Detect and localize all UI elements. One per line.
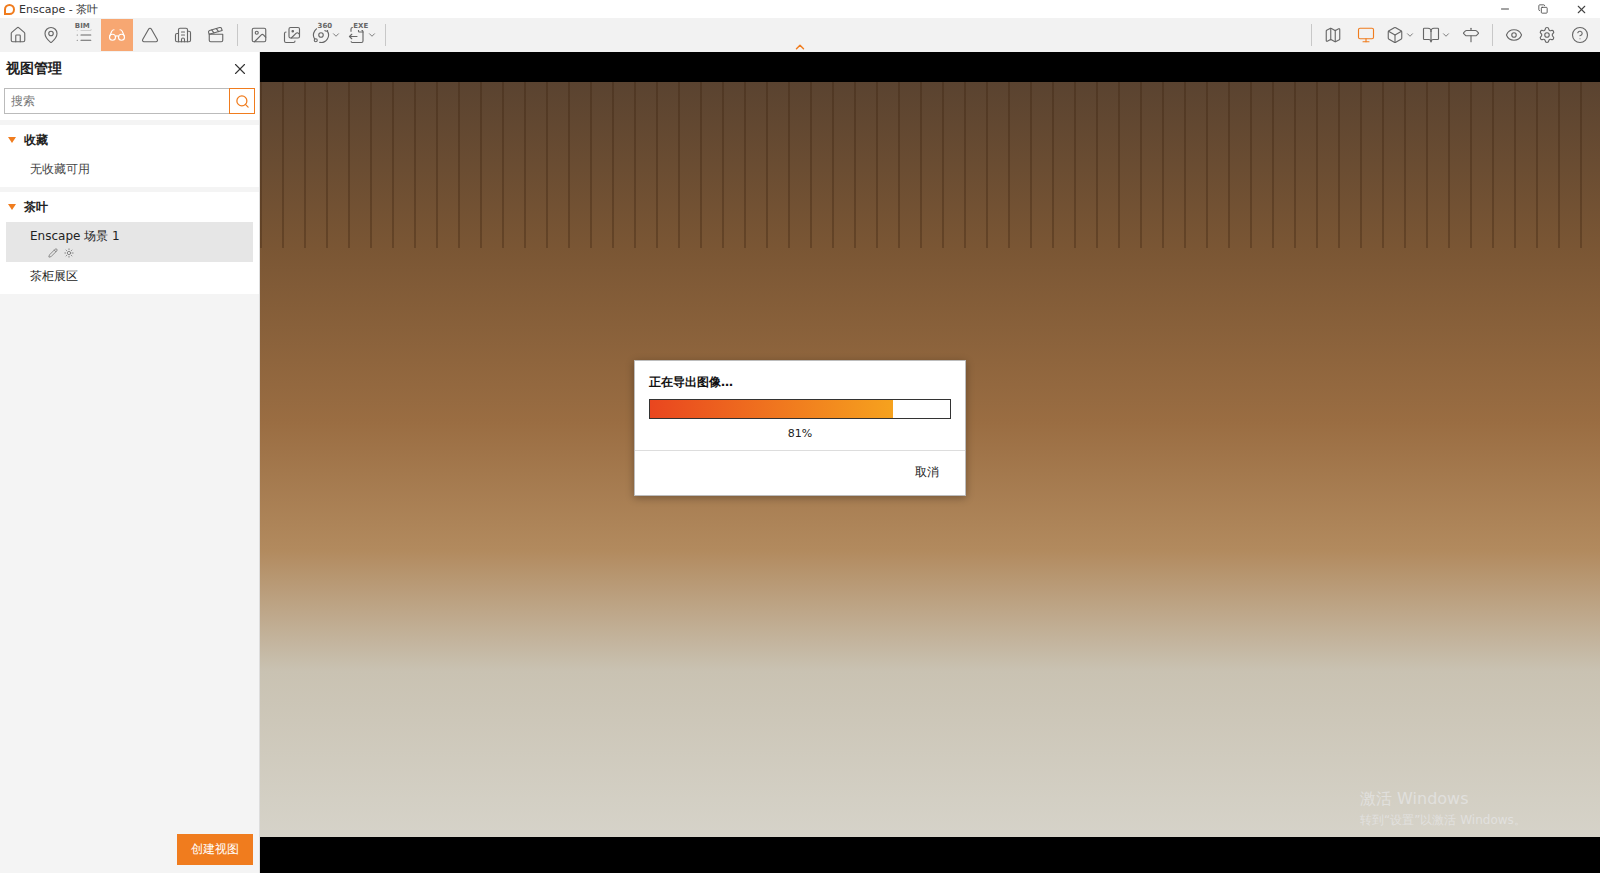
toolbar-button[interactable] — [1350, 19, 1382, 51]
progress-track — [649, 399, 951, 419]
view-item[interactable]: 茶柜展区 — [6, 262, 253, 290]
group-header[interactable]: 收藏 — [0, 125, 259, 155]
panel-title: 视图管理 — [6, 60, 62, 78]
create-view-button[interactable]: 创建视图 — [177, 834, 253, 865]
window-controls — [1486, 0, 1600, 18]
cancel-button[interactable]: 取消 — [903, 461, 951, 483]
sun-icon[interactable] — [64, 248, 74, 258]
expand-caret-icon[interactable] — [8, 136, 16, 144]
tool-icon — [141, 26, 159, 44]
tool-icon — [1422, 26, 1440, 44]
toolbar-button[interactable] — [35, 19, 67, 51]
toolbar-button[interactable] — [1419, 19, 1454, 51]
tool-icon — [1386, 26, 1404, 44]
dialog-title: 正在导出图像… — [635, 361, 965, 399]
tool-icon — [1357, 26, 1375, 44]
dropdown-caret-icon[interactable] — [367, 30, 377, 40]
tool-label: EXE — [352, 22, 369, 30]
toolbar-separator — [1311, 24, 1312, 46]
item-actions — [30, 248, 253, 258]
dropdown-caret-icon[interactable] — [1441, 30, 1451, 40]
minimize-button[interactable] — [1486, 0, 1524, 18]
toolbar-button[interactable] — [2, 19, 34, 51]
view-management-panel: 视图管理收藏无收藏可用茶叶 Enscape 场景 1 茶柜展区创建视图 — [0, 52, 260, 873]
toolbar-button[interactable]: EXE — [345, 19, 380, 51]
toolbar-button[interactable]: 360 — [309, 19, 344, 51]
restore-icon — [1538, 4, 1548, 14]
toolbar-right — [1307, 18, 1596, 52]
window-title: Enscape - 茶叶 — [19, 2, 1482, 17]
tool-label: BIM — [74, 22, 91, 30]
close-button[interactable] — [1562, 0, 1600, 18]
title-bar: Enscape - 茶叶 — [0, 0, 1600, 18]
toolbar-button[interactable] — [1564, 19, 1596, 51]
item-label: 无收藏可用 — [30, 161, 253, 178]
toolbar-button[interactable] — [1317, 19, 1349, 51]
windows-activation-watermark: 激活 Windows转到“设置”以激活 Windows。 — [1360, 789, 1526, 829]
tool-icon — [1505, 26, 1523, 44]
tool-icon — [42, 26, 60, 44]
dropdown-caret-icon[interactable] — [331, 30, 341, 40]
tool-icon — [1571, 26, 1589, 44]
minimize-icon — [1499, 3, 1511, 15]
dropdown-caret-icon[interactable] — [1405, 30, 1415, 40]
toolbar-button[interactable] — [101, 19, 133, 51]
panel-header: 视图管理 — [0, 52, 259, 86]
progress-fill — [650, 400, 893, 418]
search-row — [0, 86, 259, 120]
tool-icon — [1324, 26, 1342, 44]
toolbar-button[interactable] — [1531, 19, 1563, 51]
enscape-logo-icon — [4, 4, 15, 15]
expand-caret-icon[interactable] — [8, 203, 16, 211]
item-label: Enscape 场景 1 — [30, 228, 253, 245]
toolbar: BIM 360 EXE — [0, 18, 1600, 52]
item-label: 茶柜展区 — [30, 268, 253, 285]
edit-pencil-icon[interactable] — [48, 248, 58, 258]
toolbar-separator — [1492, 24, 1493, 46]
panel-close-icon[interactable] — [231, 60, 249, 78]
view-item[interactable]: Enscape 场景 1 — [6, 222, 253, 262]
close-icon — [1575, 3, 1588, 16]
export-progress-dialog: 正在导出图像… 81% 取消 — [634, 360, 966, 496]
tool-icon — [283, 26, 301, 44]
tool-icon — [1462, 26, 1480, 44]
search-icon — [235, 94, 250, 109]
tool-label: 360 — [317, 22, 334, 30]
group-name: 收藏 — [24, 132, 48, 149]
toolbar-button[interactable] — [1498, 19, 1530, 51]
toolbar-separator — [385, 24, 386, 46]
group-name: 茶叶 — [24, 199, 48, 216]
group-header[interactable]: 茶叶 — [0, 192, 259, 222]
progress-reading: 81% — [635, 419, 965, 450]
app-window: Enscape - 茶叶 BIM 360 EXE 视图管理收藏无收藏可用茶叶 Enscap… — [0, 0, 1600, 873]
tool-icon — [1538, 26, 1556, 44]
toolbar-button[interactable] — [276, 19, 308, 51]
tool-icon — [9, 26, 27, 44]
search-input[interactable] — [4, 88, 229, 114]
toolbar-button[interactable] — [200, 19, 232, 51]
view-group: 收藏无收藏可用 — [0, 125, 259, 187]
toolbar-button[interactable]: BIM — [68, 19, 100, 51]
toolbar-left: BIM 360 EXE — [2, 18, 390, 52]
toolbar-button[interactable] — [134, 19, 166, 51]
restore-button[interactable] — [1524, 0, 1562, 18]
toolbar-button[interactable] — [243, 19, 275, 51]
empty-note: 无收藏可用 — [6, 155, 253, 183]
render-viewport: 激活 Windows转到“设置”以激活 Windows。 正在导出图像… 81% 取消 — [260, 52, 1600, 873]
toolbar-button[interactable] — [167, 19, 199, 51]
search-button[interactable] — [229, 88, 255, 114]
tool-icon — [207, 26, 225, 44]
tool-icon — [174, 26, 192, 44]
toolbar-button[interactable] — [1383, 19, 1418, 51]
toolbar-button[interactable] — [1455, 19, 1487, 51]
toolbar-separator — [237, 24, 238, 46]
tool-icon — [108, 26, 126, 44]
tool-icon — [250, 26, 268, 44]
view-group: 茶叶 Enscape 场景 1 茶柜展区 — [0, 192, 259, 294]
